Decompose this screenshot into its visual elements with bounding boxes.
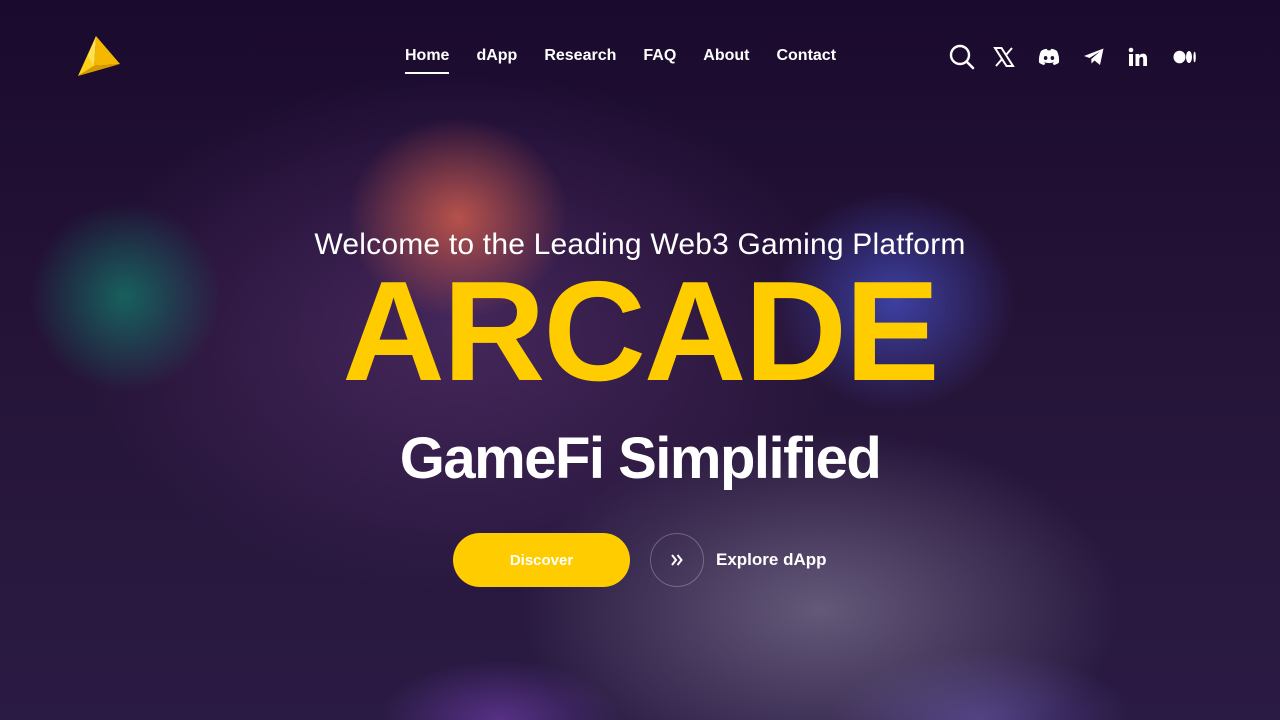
nav-contact[interactable]: Contact [776,46,836,70]
explore-dapp-label[interactable]: Explore dApp [716,550,827,570]
linkedin-icon[interactable] [1128,42,1173,72]
nav-faq[interactable]: FAQ [643,46,676,70]
nav-about[interactable]: About [703,46,749,70]
discover-button[interactable]: Discover [453,533,630,587]
discord-icon[interactable] [1038,42,1083,72]
hero-title: ARCADE [342,252,939,411]
arcade-logo-icon[interactable] [74,34,124,80]
x-twitter-icon[interactable] [993,42,1038,72]
main-nav: Home dApp Research FAQ About Contact [405,46,836,76]
nav-research[interactable]: Research [544,46,616,70]
search-icon[interactable] [948,42,993,72]
double-chevron-right-icon[interactable] [650,533,704,587]
nav-home[interactable]: Home [405,46,450,74]
hero-subtitle: GameFi Simplified [399,426,882,491]
site-header: Home dApp Research FAQ About Contact [0,0,1280,112]
explore-dapp-link[interactable]: Explore dApp [650,533,827,587]
nav-dapp[interactable]: dApp [476,46,517,70]
header-icons [948,42,1218,72]
medium-icon[interactable] [1173,42,1218,72]
telegram-icon[interactable] [1083,42,1128,72]
